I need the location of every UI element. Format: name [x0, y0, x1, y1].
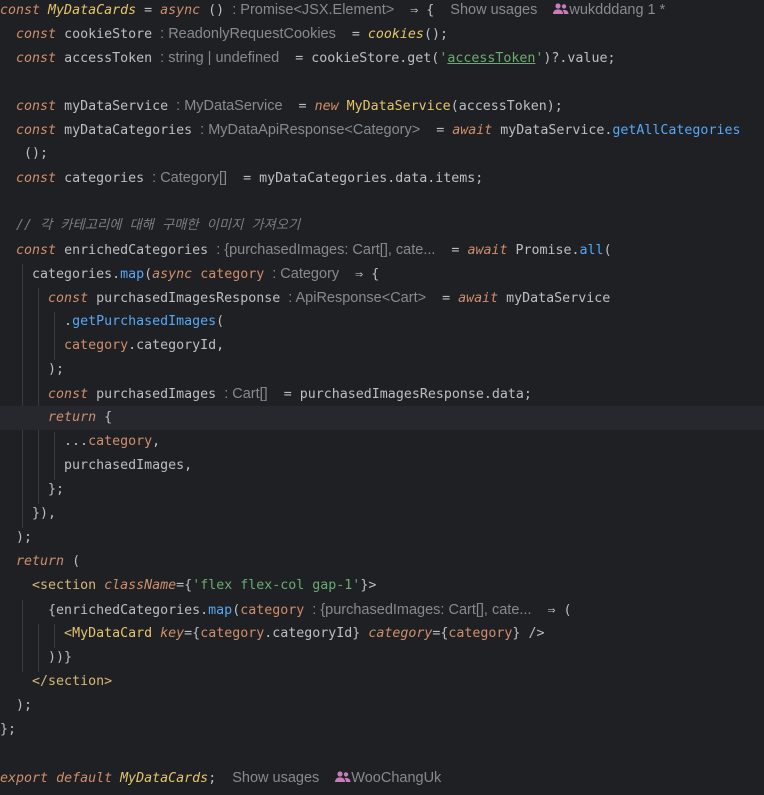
function-name: MyDataCards	[48, 3, 137, 18]
code-line-25[interactable]: <section className={'flex flex-col gap-1…	[0, 574, 764, 598]
users-icon	[553, 3, 569, 15]
type-hint: : {purchasedImages: Cart[], cate...	[216, 242, 436, 258]
type-hint: : ApiResponse<Cart>	[288, 290, 427, 306]
code-line-6[interactable]: const myDataCategories : MyDataApiRespon…	[0, 118, 764, 142]
code-line-18[interactable]: return {	[0, 406, 764, 430]
show-usages-link[interactable]: Show usages	[232, 770, 319, 786]
code-editor[interactable]: const MyDataCards = async () : Promise<J…	[0, 0, 764, 795]
type-hint: : Cart[]	[224, 386, 268, 402]
type-hint: : ReadonlyRequestCookies	[160, 26, 336, 42]
show-usages-link[interactable]: Show usages	[450, 2, 537, 18]
jsx-component: MyDataCard	[72, 626, 153, 641]
type-hint: : Promise<JSX.Element>	[232, 2, 395, 18]
author-label[interactable]: wukdddang 1 *	[569, 2, 665, 18]
code-line-26[interactable]: {enrichedCategories.map(category : {purc…	[0, 598, 764, 622]
code-comment: // 각 카테고리에 대해 구매한 이미지 가져오기	[16, 218, 301, 233]
jsx-tag: section	[40, 578, 97, 593]
code-line-17[interactable]: const purchasedImages : Cart[] = purchas…	[0, 382, 764, 406]
code-line-3[interactable]: const accessToken : string | undefined =…	[0, 46, 764, 70]
code-line-5[interactable]: const myDataService : MyDataService = ne…	[0, 94, 764, 118]
code-line-2[interactable]: const cookieStore : ReadonlyRequestCooki…	[0, 22, 764, 46]
author-label[interactable]: WooChangUk	[351, 770, 441, 786]
code-line-16[interactable]: );	[0, 358, 764, 382]
code-line-21[interactable]: };	[0, 478, 764, 502]
code-line-13[interactable]: const purchasedImagesResponse : ApiRespo…	[0, 286, 764, 310]
code-line-7[interactable]: ();	[0, 142, 764, 166]
type-hint: : MyDataService	[176, 98, 283, 114]
code-line-1[interactable]: const MyDataCards = async () : Promise<J…	[0, 0, 764, 22]
code-line-12[interactable]: categories.map(async category : Category…	[0, 262, 764, 286]
code-line-29[interactable]: </section>	[0, 670, 764, 694]
code-line-31[interactable]: };	[0, 718, 764, 742]
code-line-22[interactable]: }),	[0, 502, 764, 526]
keyword: const	[0, 3, 41, 18]
type-hint: : Category	[272, 266, 340, 282]
type-hint: : Category[]	[152, 170, 228, 186]
code-line-15[interactable]: category.categoryId,	[0, 334, 764, 358]
code-line-19[interactable]: ...category,	[0, 430, 764, 454]
code-line-10[interactable]: // 각 카테고리에 대해 구매한 이미지 가져오기	[0, 214, 764, 238]
code-line-24[interactable]: return (	[0, 550, 764, 574]
jsx-tag: section	[48, 674, 105, 689]
type-hint: : string | undefined	[160, 50, 280, 66]
code-line-20[interactable]: purchasedImages,	[0, 454, 764, 478]
code-line-23[interactable]: );	[0, 526, 764, 550]
code-line-14[interactable]: .getPurchasedImages(	[0, 310, 764, 334]
code-line-28[interactable]: ))}	[0, 646, 764, 670]
type-hint: : {purchasedImages: Cart[], cate...	[312, 602, 532, 618]
code-line-27[interactable]: <MyDataCard key={category.categoryId} ca…	[0, 622, 764, 646]
type-hint: : MyDataApiResponse<Category>	[200, 122, 421, 138]
users-icon	[335, 771, 351, 783]
code-line-33[interactable]: export default MyDataCards; Show usages …	[0, 766, 764, 790]
keyword: async	[160, 3, 201, 18]
code-line-11[interactable]: const enrichedCategories : {purchasedIma…	[0, 238, 764, 262]
code-line-30[interactable]: );	[0, 694, 764, 718]
code-line-8[interactable]: const categories : Category[] = myDataCa…	[0, 166, 764, 190]
